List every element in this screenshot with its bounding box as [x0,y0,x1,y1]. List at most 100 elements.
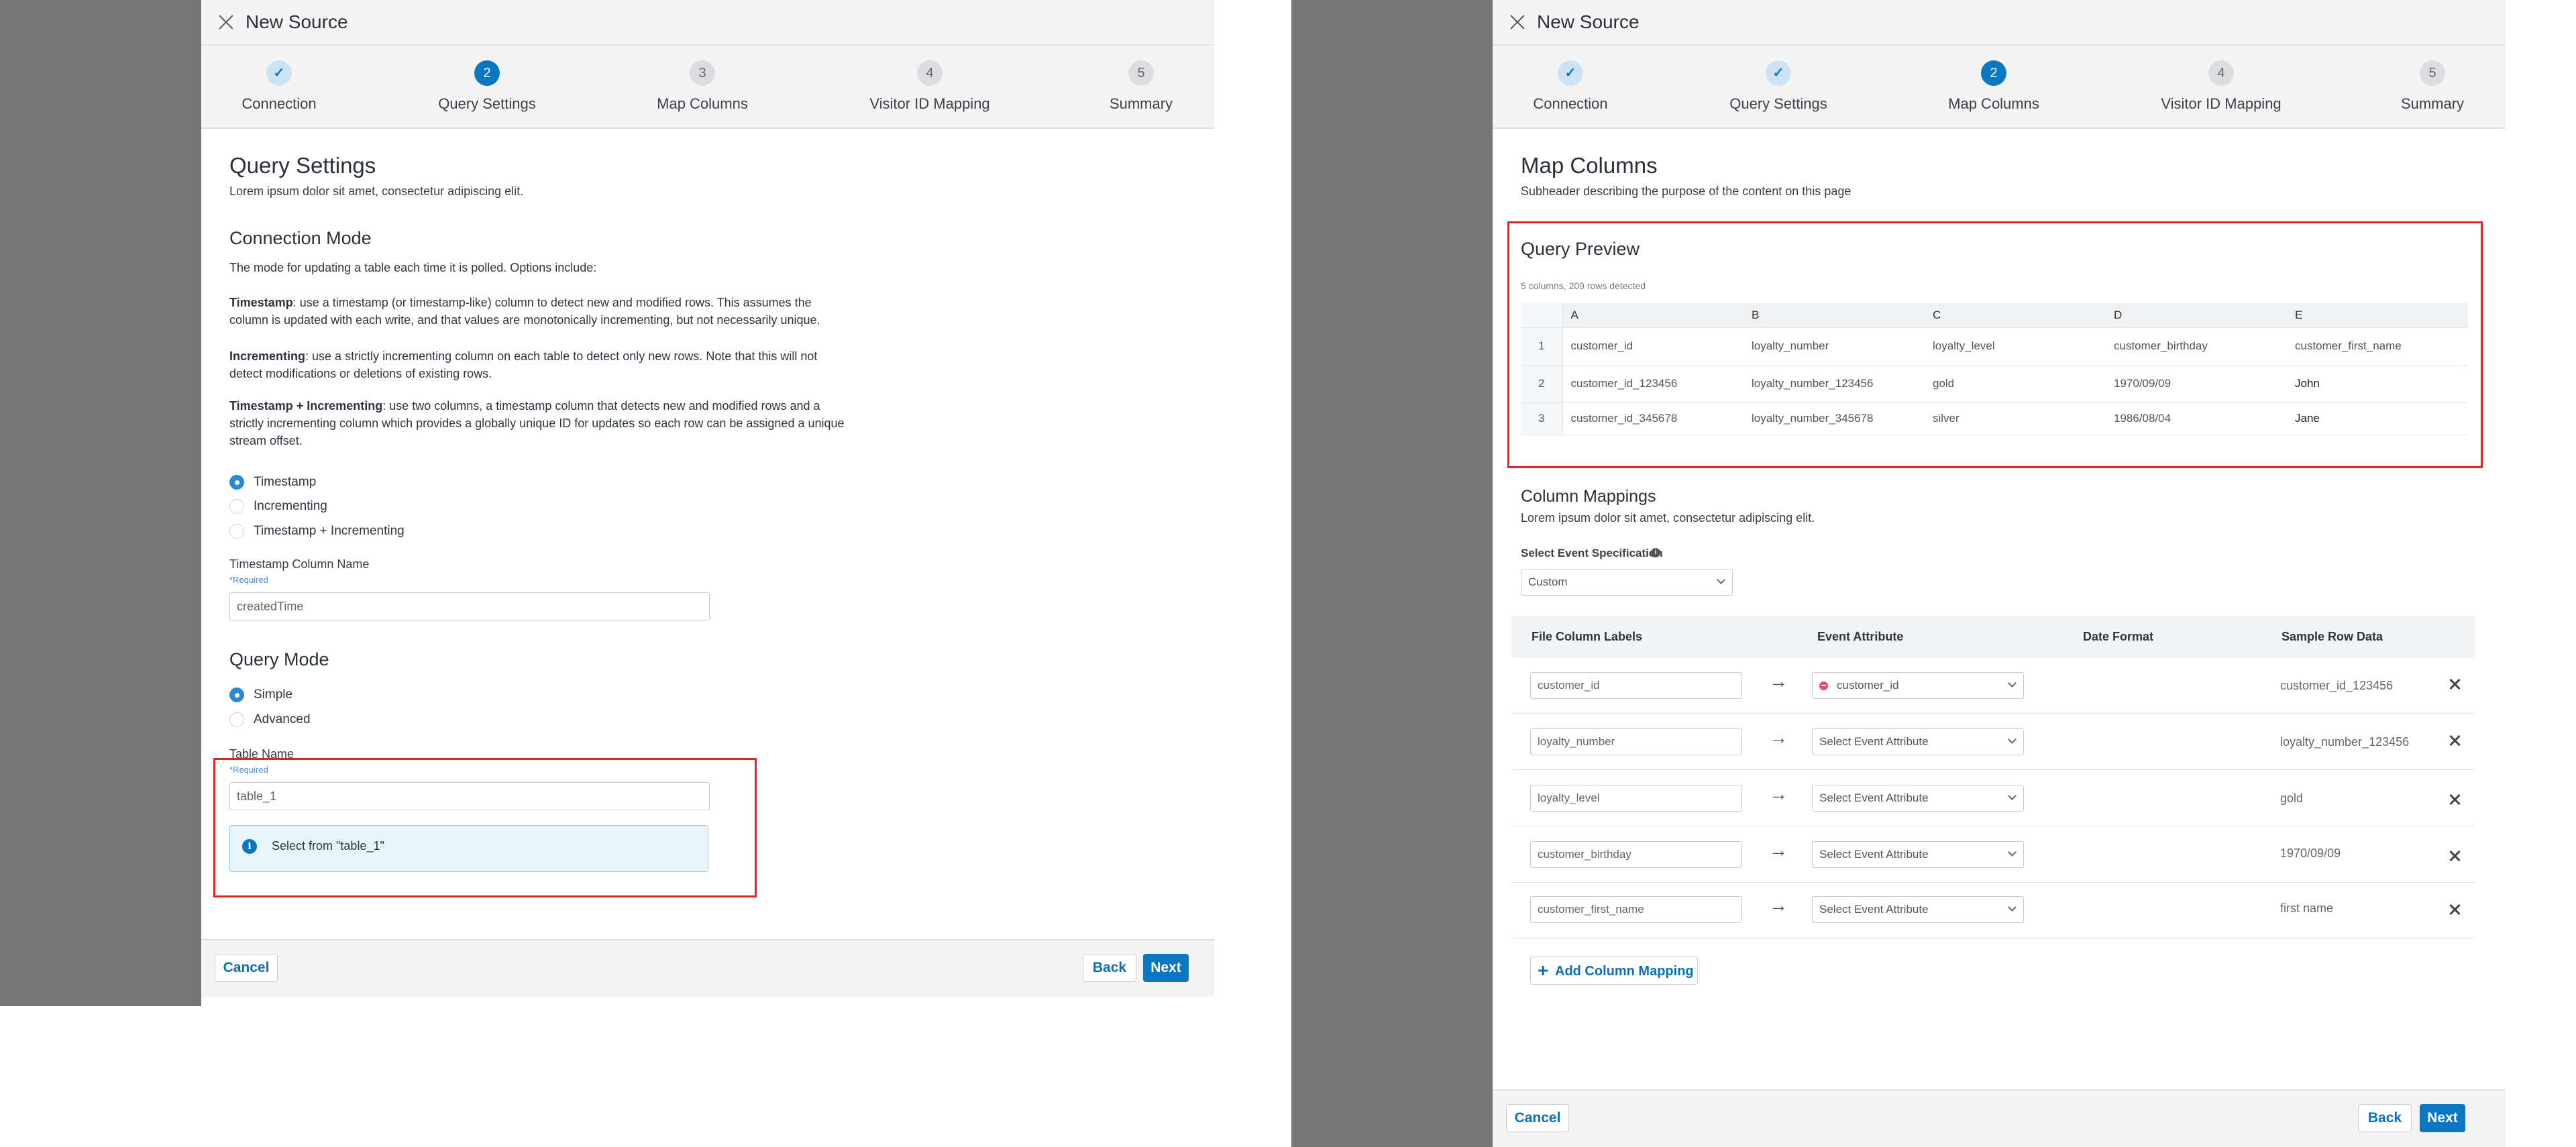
check-icon: ✓ [1766,60,1791,86]
step-visitor-id-mapping[interactable]: 4 Visitor ID Mapping [849,60,1010,113]
next-button[interactable]: Next [1143,954,1189,982]
event-attribute-select[interactable]: Select Event Attribute [1812,841,2024,868]
event-attribute-select[interactable]: Select Event Attribute [1812,728,2024,755]
row-number: 3 [1521,402,1563,435]
table-row: 2 customer_id_123456 loyalty_number_1234… [1521,365,2468,403]
select-value: Select Event Attribute [1819,848,1929,861]
column-header: D [2106,303,2287,328]
mappings-header: File Column Labels Event Attribute Date … [1511,616,2475,657]
query-mode-title: Query Mode [229,649,329,669]
sample-data: 1970/09/09 [2280,846,2341,860]
add-column-mapping-button[interactable]: + Add Column Mapping [1530,957,1698,985]
step-number: 4 [917,60,943,86]
connection-mode-title: Connection Mode [229,228,372,248]
stepper: ✓ Connection ✓ Query Settings 2 Map Colu… [1493,46,2506,129]
add-label: Add Column Mapping [1555,964,1694,979]
step-label: Map Columns [1948,95,2039,112]
row-number: 1 [1521,327,1563,366]
header-cell: Date Format [2083,630,2154,643]
timestamp-column-input[interactable]: createdTime [229,592,710,620]
table-cell: silver [1925,402,2106,435]
stepper: ✓ Connection 2 Query Settings 3 Map Colu… [201,46,1214,129]
step-connection[interactable]: ✓ Connection [1490,60,1651,113]
cancel-button[interactable]: Cancel [1506,1104,1569,1132]
table-cell: gold [1925,365,2106,403]
corner-cell [1521,303,1563,328]
step-query-settings[interactable]: 2 Query Settings [407,60,568,113]
arrow-right-icon: → [1769,783,1788,804]
radio-label: Incrementing [254,499,327,513]
step-connection[interactable]: ✓ Connection [199,60,360,113]
step-map-columns[interactable]: 2 Map Columns [1913,60,2074,113]
column-header: A [1562,303,1743,328]
radio-timestamp[interactable] [229,475,244,490]
radio-incrementing[interactable] [229,499,244,514]
chevron-down-icon [2008,735,2017,744]
remove-icon[interactable] [2448,849,2461,863]
plus-icon: + [1538,960,1549,981]
event-attribute-select[interactable]: customer_id [1812,672,2024,699]
step-label: Visitor ID Mapping [2161,95,2282,112]
close-icon[interactable] [1507,12,1527,32]
radio-label: Simple [254,688,293,702]
event-spec-select[interactable]: Custom [1521,569,1733,596]
page-title: Map Columns [1521,153,1658,178]
step-number: 3 [690,60,715,86]
table-row: 1 customer_id loyalty_number loyalty_lev… [1521,327,2468,366]
remove-icon[interactable] [2448,903,2461,916]
step-summary[interactable]: 5 Summary [1061,60,1222,113]
file-column-input[interactable]: loyalty_number [1530,728,1742,755]
left-modal: New Source ✓ Connection 2 Query Settings… [201,0,1214,1006]
step-summary[interactable]: 5 Summary [2352,60,2513,113]
query-preview-title: Query Preview [1521,239,1640,259]
remove-icon[interactable] [2448,677,2461,691]
info-icon: i [1651,548,1660,557]
radio-advanced[interactable] [229,712,244,727]
arrow-right-icon: → [1769,895,1788,916]
file-column-input[interactable]: loyalty_level [1530,785,1742,812]
sample-data: customer_id_123456 [2280,679,2394,692]
step-map-columns[interactable]: 3 Map Columns [622,60,783,113]
file-column-input[interactable]: customer_id [1530,672,1742,699]
chevron-down-icon [2008,791,2017,800]
event-attribute-select[interactable]: Select Event Attribute [1812,896,2024,923]
radio-simple[interactable] [229,688,244,702]
remove-icon[interactable] [2448,793,2461,806]
table-row: 3 customer_id_345678 loyalty_number_3456… [1521,402,2468,435]
error-icon [1819,681,1828,690]
remove-icon[interactable] [2448,734,2461,747]
step-number: 5 [2420,60,2445,86]
step-number: 5 [1128,60,1154,86]
step-visitor-id-mapping[interactable]: 4 Visitor ID Mapping [2141,60,2302,113]
modal-title: New Source [246,11,348,32]
arrow-right-icon: → [1769,671,1788,692]
cancel-button[interactable]: Cancel [215,954,278,982]
sample-data: gold [2280,791,2304,805]
back-button[interactable]: Back [1083,954,1136,982]
select-value: Select Event Attribute [1819,903,1929,916]
timestamp-incrementing-description: Timestamp + Incrementing: use two column… [229,397,853,449]
step-query-settings[interactable]: ✓ Query Settings [1698,60,1859,113]
timestamp-description: Timestamp: use a timestamp (or timestamp… [229,294,853,329]
back-button[interactable]: Back [2358,1104,2412,1132]
mapping-row: customer_birthday → Select Event Attribu… [1511,826,2475,883]
modal-header: New Source [1493,0,2506,46]
select-value: customer_id [1837,679,1899,692]
step-label: Summary [2400,95,2465,112]
column-header: E [2287,303,2468,328]
table-cell: customer_first_name [2287,327,2468,366]
file-column-input[interactable]: customer_first_name [1530,896,1742,923]
mapping-row: customer_id → customer_id customer_id_12… [1511,657,2475,714]
column-header: B [1743,303,1925,328]
table-cell: customer_birthday [2106,327,2287,366]
next-button[interactable]: Next [2420,1104,2465,1132]
step-number: 4 [2208,60,2234,86]
file-column-input[interactable]: customer_birthday [1530,841,1742,868]
close-icon[interactable] [216,12,236,32]
term: Timestamp [229,296,293,309]
definition: : use a timestamp (or timestamp-like) co… [229,296,820,327]
radio-timestamp-incrementing[interactable] [229,524,244,539]
step-label: Connection [1533,95,1608,112]
table-cell: loyalty_number_123456 [1743,365,1925,403]
event-attribute-select[interactable]: Select Event Attribute [1812,785,2024,812]
